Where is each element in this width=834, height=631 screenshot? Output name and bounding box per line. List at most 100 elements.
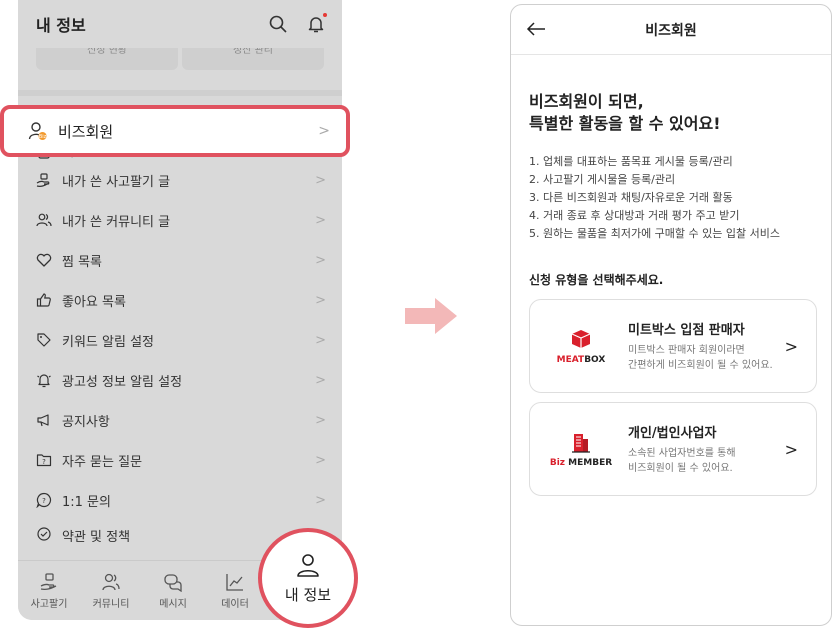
benefit-item: 5. 원하는 물품을 최저가에 구매할 수 있는 입찰 서비스	[529, 227, 780, 240]
menu-item-likes[interactable]: 좋아요 목록 >	[18, 280, 342, 320]
menu-item-my-trade-posts[interactable]: 내가 쓴 사고팔기 글 >	[18, 160, 342, 200]
chevron-right-icon: >	[315, 492, 326, 508]
chevron-right-icon: >	[315, 172, 326, 188]
option-body: 개인/법인사업자 소속된 사업자번호를 통해 비즈회원이 될 수 있어요.	[628, 422, 785, 476]
menu-item-keyword-alert[interactable]: 키워드 알림 설정 >	[18, 320, 342, 360]
option-desc-2: 간편하게 비즈회원이 될 수 있어요.	[628, 360, 773, 371]
option-desc-2: 비즈회원이 될 수 있어요.	[628, 463, 733, 474]
menu-item-ad-alert[interactable]: 광고성 정보 알림 설정 >	[18, 360, 342, 400]
back-arrow-icon[interactable]	[525, 18, 547, 40]
chevron-right-icon: >	[315, 252, 326, 268]
bell-icon	[37, 374, 51, 388]
header-actions	[268, 13, 327, 34]
megaphone-icon	[37, 414, 49, 427]
option-desc-1: 미트박스 판매자 회원이라면	[628, 345, 745, 356]
option-business-owner[interactable]: Biz MEMBER 개인/법인사업자 소속된 사업자번호를 통해 비즈회원이 …	[529, 402, 817, 496]
menu-label: 내가 쓴 사고팔기 글	[62, 174, 171, 190]
logo-text-a: Biz	[549, 458, 566, 468]
thumbs-up-icon	[36, 293, 51, 307]
page-title: 비즈회원	[645, 22, 697, 39]
benefit-item: 1. 업체를 대표하는 품목표 게시물 등록/관리	[529, 155, 733, 168]
faq-icon: ?	[36, 454, 52, 467]
page-title: 내 정보	[36, 16, 86, 35]
biz-person-icon: Biz	[28, 122, 47, 140]
settlement-card[interactable]: 정산 관리	[182, 48, 324, 70]
check-icon	[37, 527, 51, 541]
headline-line-1: 비즈회원이 되면,	[529, 92, 644, 111]
option-title: 개인/법인사업자	[628, 426, 717, 441]
select-type-title: 신청 유형을 선택해주세요.	[529, 273, 664, 287]
menu-item-faq[interactable]: ? 자주 묻는 질문 >	[18, 440, 342, 480]
section-divider	[18, 90, 342, 96]
nav-label: 데이터	[221, 598, 249, 610]
bell-icon[interactable]	[306, 13, 327, 34]
apply-status-card[interactable]: 신청 현황	[36, 48, 178, 70]
nav-data[interactable]: 데이터	[204, 561, 266, 620]
menu-label: 1:1 문의	[62, 494, 111, 510]
benefit-item: 4. 거래 종료 후 상대방과 거래 평가 주고 받기	[529, 209, 740, 222]
menu-label: 광고성 정보 알림 설정	[62, 374, 183, 390]
menu-list: 개인 정보 > 내가 쓴 사고팔기 글 > 내가 쓴 커뮤니티 글 > 찜 목록…	[18, 140, 342, 542]
header: 비즈회원	[511, 5, 831, 55]
hand-box-icon	[40, 572, 57, 590]
menu-item-wishlist[interactable]: 찜 목록 >	[18, 240, 342, 280]
search-icon[interactable]	[268, 14, 288, 34]
arrow-right-icon	[405, 298, 457, 334]
benefit-item: 3. 다른 비즈회원과 채팅/자유로운 거래 활동	[529, 191, 733, 204]
hand-box-icon	[36, 173, 50, 187]
headline-line-2: 특별한 활동을 할 수 있어요!	[529, 114, 721, 133]
chevron-right-icon: >	[318, 123, 330, 139]
my-info-screen: 내 정보 신청 현황 정산 관리 개인 정보 > 내가 쓴 사고팔기 글 >	[18, 0, 342, 620]
option-body: 미트박스 입점 판매자 미트박스 판매자 회원이라면 간편하게 비즈회원이 될 …	[628, 319, 785, 373]
option-title: 미트박스 입점 판매자	[628, 323, 745, 338]
meatbox-box-icon	[571, 330, 591, 348]
menu-item-my-community-posts[interactable]: 내가 쓴 커뮤니티 글 >	[18, 200, 342, 240]
chevron-right-icon: >	[315, 332, 326, 348]
svg-text:?: ?	[42, 497, 46, 505]
menu-label: 키워드 알림 설정	[62, 334, 154, 350]
logo-text-a: MEAT	[556, 355, 585, 365]
logo-text-b: BOX	[584, 355, 606, 365]
chevron-right-icon: >	[315, 212, 326, 228]
chevron-right-icon: >	[315, 412, 326, 428]
biz-member-screen: 비즈회원 비즈회원이 되면, 특별한 활동을 할 수 있어요! 1. 업체를 대…	[510, 4, 832, 626]
nav-community[interactable]: 커뮤니티	[80, 561, 142, 620]
benefit-list: 1. 업체를 대표하는 품목표 게시물 등록/관리 2. 사고팔기 게시물을 등…	[529, 153, 831, 243]
menu-label: 자주 묻는 질문	[62, 454, 143, 470]
message-icon	[164, 573, 182, 592]
people-icon	[102, 573, 120, 590]
menu-item-notice[interactable]: 공지사항 >	[18, 400, 342, 440]
header: 내 정보	[18, 0, 342, 48]
person-icon	[297, 553, 319, 577]
meatbox-logo: MEATBOX	[548, 327, 614, 365]
nav-label: 메시지	[159, 598, 187, 610]
building-icon	[572, 434, 590, 453]
menu-label: 좋아요 목록	[62, 294, 126, 310]
menu-item-inquiry[interactable]: ? 1:1 문의 >	[18, 480, 342, 520]
chat-question-icon: ?	[36, 492, 52, 508]
biz-member-logo: Biz MEMBER	[548, 430, 614, 468]
chart-icon	[226, 573, 243, 591]
option-meatbox-seller[interactable]: MEATBOX 미트박스 입점 판매자 미트박스 판매자 회원이라면 간편하게 …	[529, 299, 817, 393]
nav-my-info[interactable]: 내 정보	[258, 528, 358, 628]
logo-text-b: MEMBER	[565, 458, 613, 468]
chevron-right-icon: >	[784, 439, 798, 459]
chevron-right-icon: >	[784, 336, 798, 356]
people-icon	[36, 213, 52, 227]
menu-item-biz-member[interactable]: Biz 비즈회원 >	[0, 105, 350, 157]
tag-icon	[37, 333, 51, 347]
notification-dot	[323, 13, 327, 17]
chevron-right-icon: >	[315, 452, 326, 468]
menu-label: 내가 쓴 커뮤니티 글	[62, 214, 171, 230]
nav-label: 커뮤니티	[92, 598, 130, 610]
chevron-right-icon: >	[315, 292, 326, 308]
chevron-right-icon: >	[315, 372, 326, 388]
nav-trade[interactable]: 사고팔기	[18, 561, 80, 620]
svg-text:?: ?	[42, 458, 46, 466]
nav-message[interactable]: 메시지	[142, 561, 204, 620]
svg-text:Biz: Biz	[39, 134, 47, 140]
menu-label: 찜 목록	[62, 254, 103, 270]
nav-label: 내 정보	[284, 585, 332, 604]
option-desc-1: 소속된 사업자번호를 통해	[628, 448, 736, 459]
